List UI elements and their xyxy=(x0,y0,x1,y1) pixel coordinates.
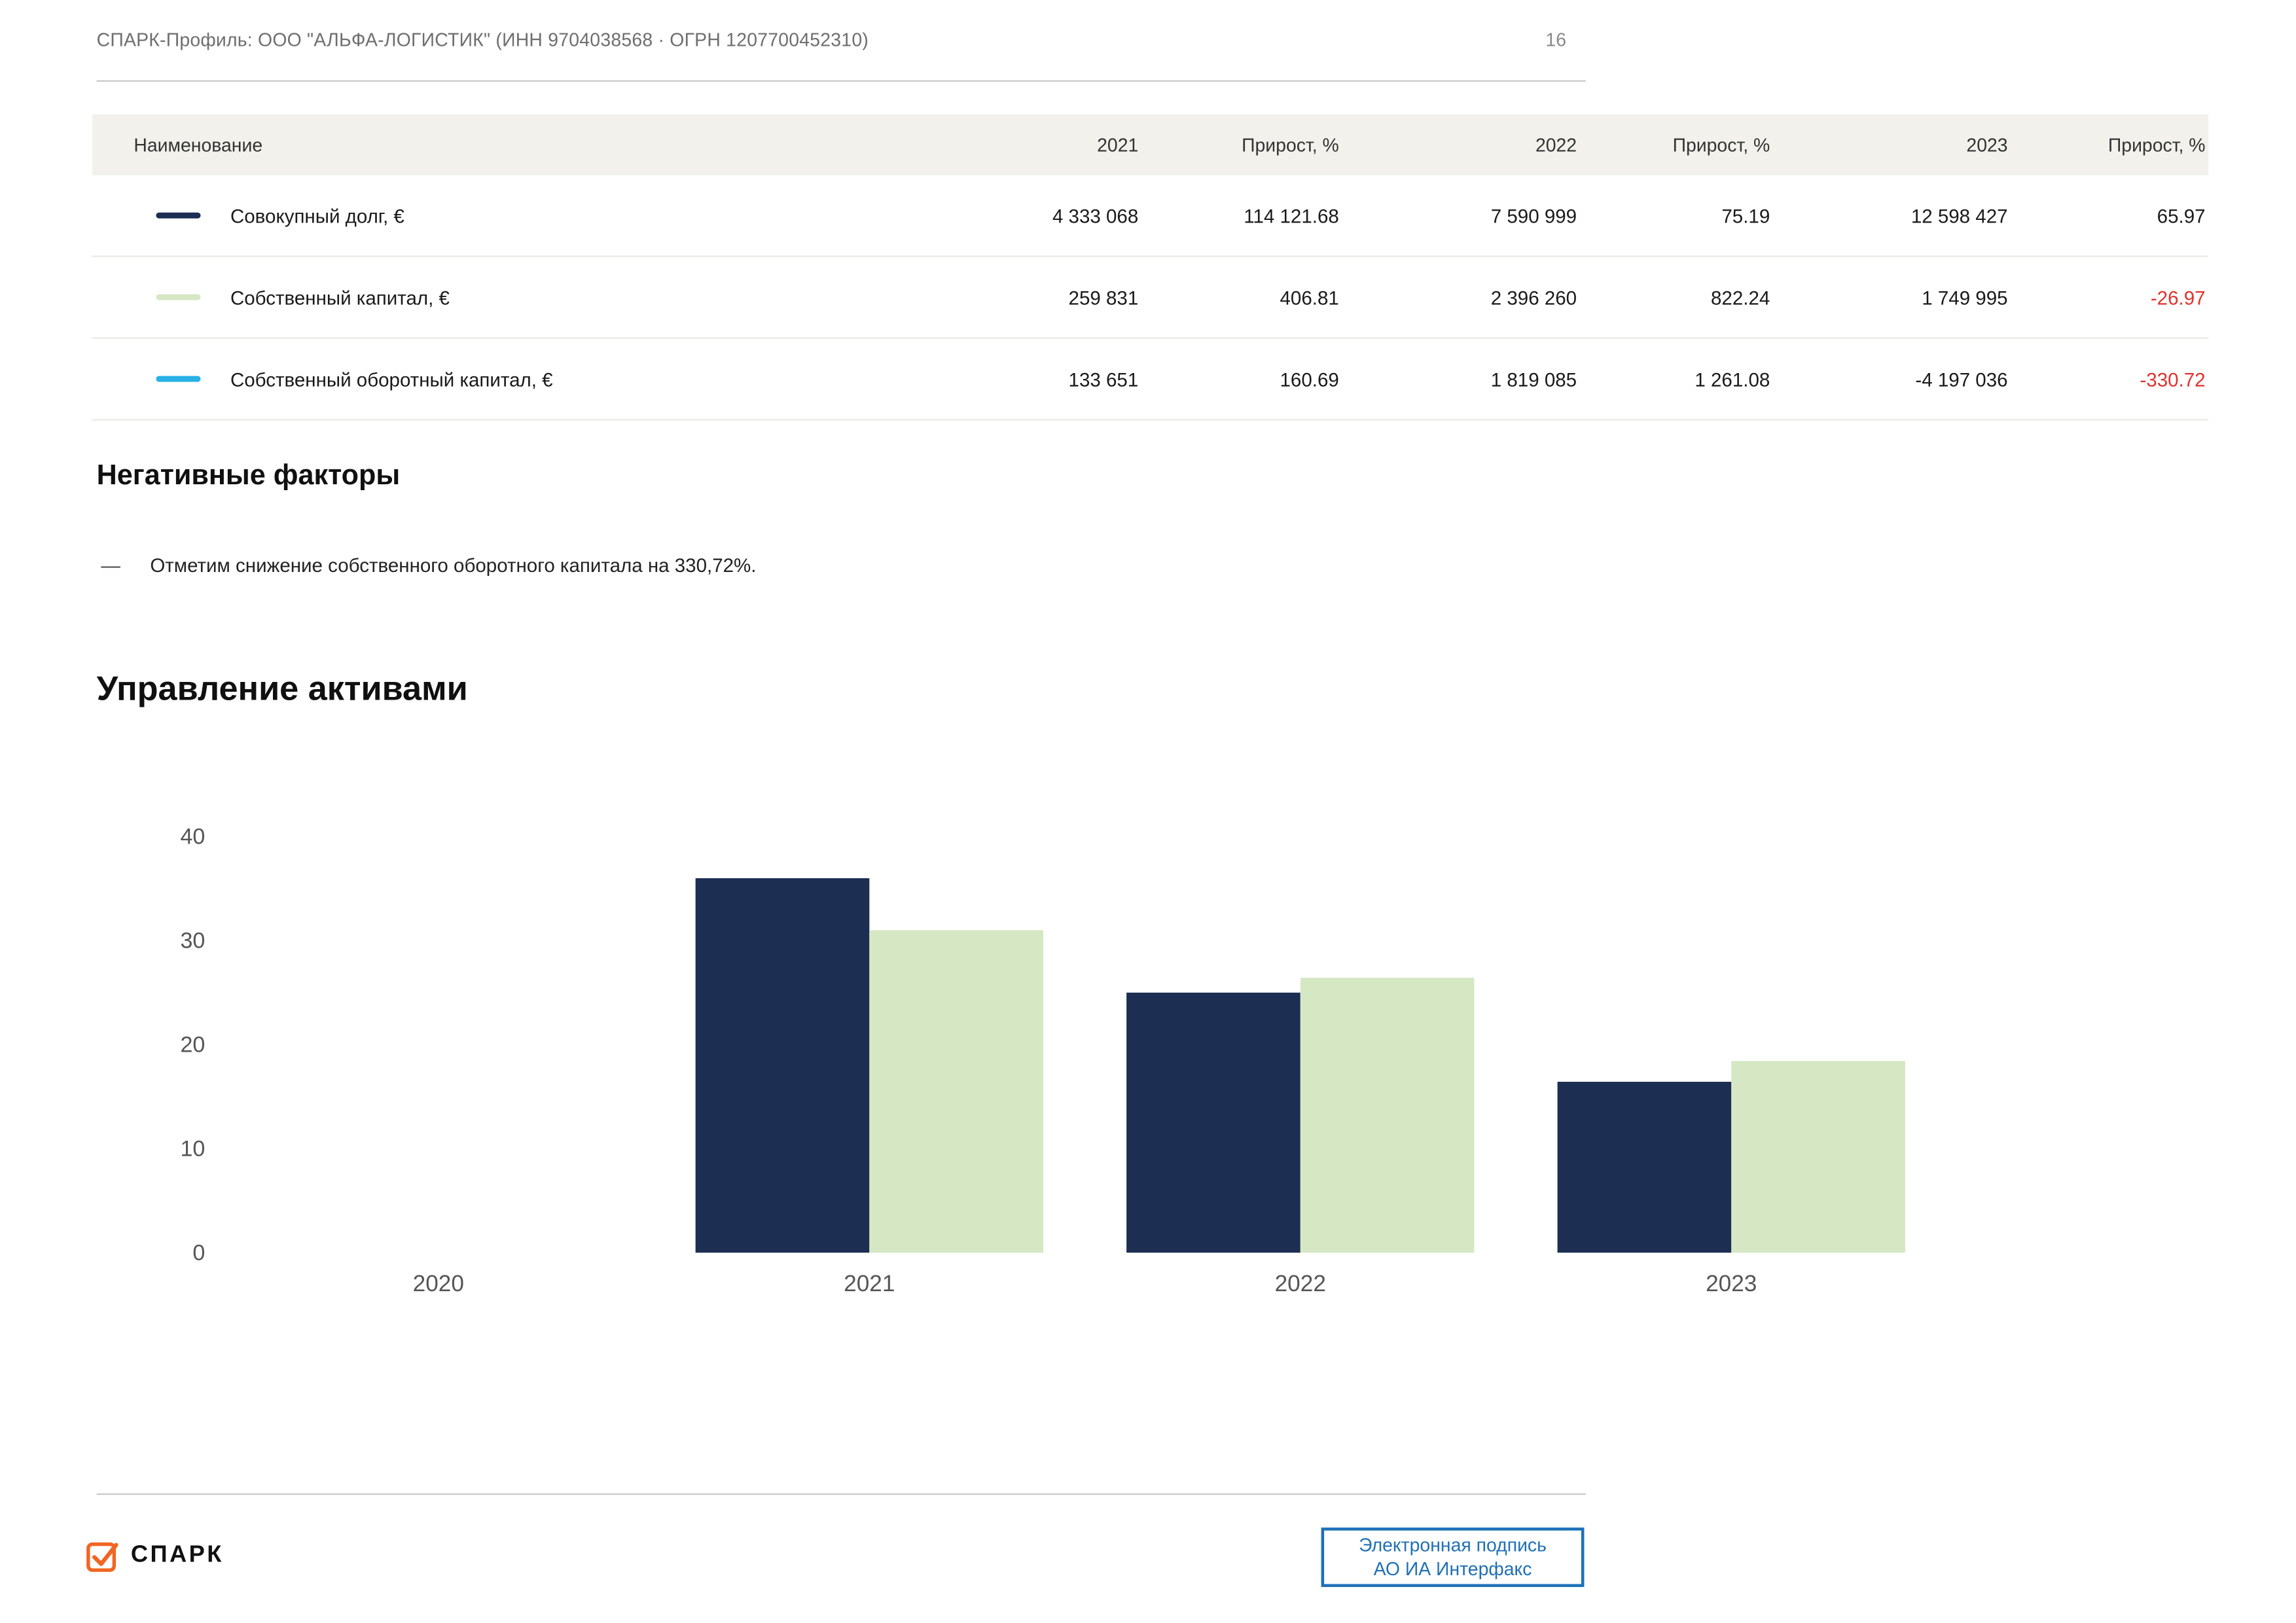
cell-value: 133 651 xyxy=(963,368,1141,390)
bar xyxy=(1126,993,1300,1253)
cell-value: -330.72 xyxy=(2011,368,2208,390)
bar xyxy=(696,878,870,1253)
header-title: СПАРК-Профиль: ООО "АЛЬФА-ЛОГИСТИК" (ИНН… xyxy=(97,29,869,50)
cell-value: 114 121.68 xyxy=(1141,204,1342,226)
y-axis-label: 0 xyxy=(60,1239,206,1267)
column-header: Прирост, % xyxy=(1141,134,1342,155)
cell-value: 65.97 xyxy=(2011,204,2208,226)
section-title-negative-factors: Негативные факторы xyxy=(97,461,401,493)
cell-value: 259 831 xyxy=(963,286,1141,308)
signature-line2: АО ИА Интерфакс xyxy=(1374,1558,1532,1582)
table-body: Совокупный долг, € 4 333 068114 121.687 5… xyxy=(92,175,2208,421)
financials-table: Наименование2021Прирост, %2022Прирост, %… xyxy=(92,115,2208,421)
series-swatch xyxy=(156,213,200,219)
cell-value: 822.24 xyxy=(1580,286,1773,308)
cell-value: -26.97 xyxy=(2011,286,2208,308)
spark-logo-check-icon xyxy=(86,1539,119,1572)
column-header: 2022 xyxy=(1342,134,1579,155)
column-header: Прирост, % xyxy=(2011,134,2208,155)
table-header-row: Наименование2021Прирост, %2022Прирост, %… xyxy=(92,115,2208,175)
y-axis-label: 20 xyxy=(60,1031,206,1059)
x-axis-label: 2021 xyxy=(721,1272,1018,1299)
negative-factor-text: Отметим снижение собственного оборотного… xyxy=(150,554,756,577)
series-swatch xyxy=(156,294,200,300)
x-axis-label: 2023 xyxy=(1583,1272,1880,1299)
cell-value: 160.69 xyxy=(1141,368,1342,390)
page-number: 16 xyxy=(1545,29,1566,50)
table-row: Собственный оборотный капитал, €133 6511… xyxy=(92,339,2208,421)
cell-value: 7 590 999 xyxy=(1342,204,1579,226)
column-header: Наименование xyxy=(92,134,963,155)
x-axis-label: 2020 xyxy=(290,1272,587,1299)
row-label: Собственный капитал, € xyxy=(230,286,450,308)
row-label: Собственный оборотный капитал, € xyxy=(230,368,553,390)
y-axis-label: 40 xyxy=(60,823,206,851)
bar-chart: 0 10 20 30 40 2020 2021 2022 2023 xyxy=(0,802,2296,1337)
chart-plot xyxy=(223,836,2155,1253)
column-header: 2023 xyxy=(1773,134,2011,155)
column-header: Прирост, % xyxy=(1580,134,1773,155)
y-axis-label: 30 xyxy=(60,927,206,955)
spark-logo-text: СПАРК xyxy=(131,1543,224,1569)
cell-value: 1 749 995 xyxy=(1773,286,2011,308)
bar xyxy=(869,930,1043,1253)
bar xyxy=(1558,1081,1732,1253)
section-title-asset-management: Управление активами xyxy=(97,669,468,709)
cell-value: 4 333 068 xyxy=(963,204,1141,226)
row-label: Совокупный долг, € xyxy=(230,204,404,226)
cell-value: 406.81 xyxy=(1141,286,1342,308)
cell-value: 12 598 427 xyxy=(1773,204,2011,226)
table-row: Собственный капитал, € 259 831406.812 396… xyxy=(92,257,2208,339)
cell-value: -4 197 036 xyxy=(1773,368,2011,390)
x-axis-label: 2022 xyxy=(1152,1272,1449,1299)
dash-marker: — xyxy=(101,554,150,577)
bar xyxy=(1300,977,1475,1253)
column-header: 2021 xyxy=(963,134,1141,155)
bar xyxy=(1731,1060,1905,1253)
y-axis-label: 10 xyxy=(60,1135,206,1163)
spark-logo: СПАРК xyxy=(86,1539,224,1572)
cell-value: 1 261.08 xyxy=(1580,368,1773,390)
signature-box: Электронная подпись АО ИА Интерфакс xyxy=(1321,1527,1585,1587)
signature-line1: Электронная подпись xyxy=(1359,1533,1547,1558)
report-page: СПАРК-Профиль: ООО "АЛЬФА-ЛОГИСТИК" (ИНН… xyxy=(0,0,2296,1622)
negative-factor-item: — Отметим снижение собственного оборотно… xyxy=(101,554,756,577)
cell-value: 1 819 085 xyxy=(1342,368,1579,390)
header-divider xyxy=(97,80,1586,82)
cell-value: 75.19 xyxy=(1580,204,1773,226)
series-swatch xyxy=(156,376,200,382)
footer-divider xyxy=(97,1493,1586,1495)
cell-value: 2 396 260 xyxy=(1342,286,1579,308)
table-row: Совокупный долг, € 4 333 068114 121.687 5… xyxy=(92,175,2208,257)
